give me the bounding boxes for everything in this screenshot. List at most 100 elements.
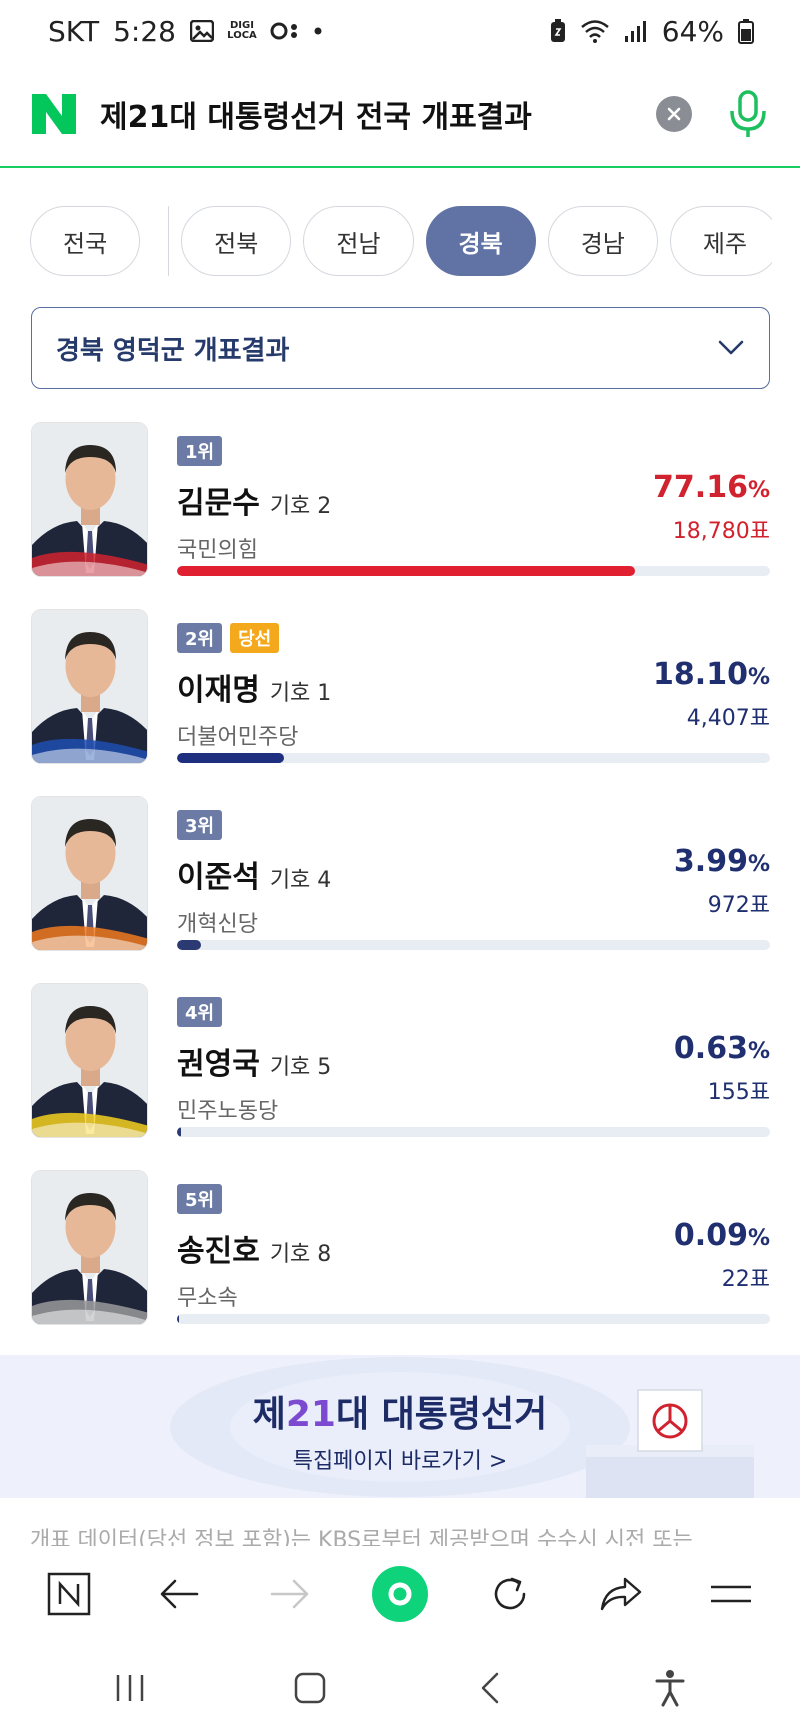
name-line: 권영국 기호 5: [177, 1039, 331, 1083]
candidate-number: 기호 2: [269, 494, 332, 519]
candidate-name: 권영국: [177, 1047, 260, 1082]
search-input[interactable]: 제21대 대통령선거 전국 개표결과: [100, 92, 656, 136]
candidate-info: 2위 당선 이재명 기호 1 더불어민주당: [177, 623, 331, 751]
dot-icon: [314, 27, 322, 35]
tab-jeonnam[interactable]: 전남: [303, 206, 414, 276]
candidate-card[interactable]: 2위 당선 이재명 기호 1 더불어민주당 18.10% 4,407표: [31, 609, 770, 766]
vote-bar-fill: [177, 566, 635, 576]
status-left: SKT 5:28 DIGI LOCA: [48, 15, 322, 48]
share-arrow-icon: [600, 1577, 641, 1610]
green-dot-icon: [371, 1565, 428, 1622]
candidate-info: 5위 송진호 기호 8 무소속: [177, 1184, 331, 1312]
refresh-button[interactable]: [480, 1564, 540, 1624]
share-button[interactable]: [591, 1564, 651, 1624]
candidate-number: 기호 8: [269, 1242, 332, 1267]
vote-bar-fill: [177, 1127, 181, 1137]
gallery-icon: [189, 20, 214, 42]
voice-search-button[interactable]: [726, 88, 770, 140]
rank-badge: 5위: [177, 1184, 223, 1214]
tab-jeonbuk[interactable]: 전북: [181, 206, 292, 276]
candidate-party: 국민의힘: [177, 538, 258, 563]
candidate-result: 0.63% 155표: [674, 1031, 770, 1106]
badges: 2위 당선: [177, 623, 331, 653]
percent-unit: %: [747, 1039, 770, 1064]
vote-count: 155표: [707, 1080, 770, 1105]
arrow-left-icon: [161, 1579, 199, 1608]
candidate-party: 더불어민주당: [177, 725, 299, 750]
naver-home-button[interactable]: [39, 1564, 99, 1624]
tab-gyeongnam[interactable]: 경남: [547, 206, 658, 276]
vote-count: 972표: [707, 893, 770, 918]
wifi-icon: [580, 19, 610, 43]
percent-value: 0.63: [673, 1031, 748, 1066]
clear-search-button[interactable]: [656, 96, 692, 132]
green-dot-button[interactable]: [370, 1564, 430, 1624]
rank-badge: 2위: [177, 623, 223, 653]
candidate-info: 3위 이준석 기호 4 개혁신당: [177, 810, 331, 938]
candidate-result: 0.09% 22표: [674, 1218, 770, 1293]
arrow-right-icon: [270, 1579, 309, 1608]
recent-apps-icon: [116, 1674, 144, 1701]
candidate-photo: [31, 796, 148, 951]
naver-logo[interactable]: [30, 92, 78, 136]
candidate-card[interactable]: 3위 이준석 기호 4 개혁신당 3.99% 972표: [31, 796, 770, 953]
candidate-card[interactable]: 5위 송진호 기호 8 무소속 0.09% 22표: [31, 1170, 770, 1327]
vote-bar: [177, 1314, 770, 1324]
percent-value: 18.10: [653, 657, 748, 692]
system-nav-bar: [0, 1641, 800, 1734]
hamburger-menu-icon: [710, 1585, 751, 1602]
record-icon: [270, 21, 300, 41]
tab-partial[interactable]: [168, 206, 170, 276]
ballot-box-icon: [586, 1389, 754, 1498]
candidate-name: 송진호: [177, 1234, 260, 1269]
percent-unit: %: [747, 852, 770, 877]
candidate-result: 3.99% 972표: [674, 844, 770, 919]
battery-percent: 64%: [661, 14, 724, 48]
vote-percent: 0.63%: [674, 1031, 770, 1066]
vote-bar-fill: [177, 1314, 180, 1324]
back-button[interactable]: [149, 1564, 209, 1624]
candidate-photo: [31, 422, 148, 577]
forward-button[interactable]: [260, 1564, 320, 1624]
candidate-photo: [31, 609, 148, 764]
naver-n-icon: [47, 1572, 91, 1615]
percent-unit: %: [747, 665, 770, 690]
vote-bar-fill: [177, 753, 285, 763]
rank-badge: 1위: [177, 436, 223, 466]
candidate-name: 이준석: [177, 860, 260, 895]
banner-title-prefix: 제: [252, 1394, 286, 1435]
rank-badge: 3위: [177, 810, 223, 840]
percent-unit: %: [747, 1226, 770, 1251]
tab-nationwide[interactable]: 전국: [30, 206, 141, 276]
candidate-party: 개혁신당: [177, 912, 258, 937]
accessibility-button[interactable]: [640, 1658, 700, 1718]
candidate-name: 김문수: [177, 486, 260, 521]
district-label: 경북 영덕군 개표결과: [56, 335, 290, 366]
recent-apps-button[interactable]: [100, 1658, 160, 1718]
banner-title-number: 21: [285, 1394, 336, 1435]
tab-jeju[interactable]: 제주: [669, 206, 772, 276]
home-button[interactable]: [280, 1658, 340, 1718]
candidate-card[interactable]: 1위 김문수 기호 2 국민의힘 77.16% 18,780표: [31, 422, 770, 579]
menu-button[interactable]: [701, 1564, 761, 1624]
percent-value: 77.16: [653, 470, 748, 505]
candidate-result: 18.10% 4,407표: [653, 657, 770, 732]
election-special-banner[interactable]: 제21대 대통령선거 특집페이지 바로가기 >: [0, 1355, 800, 1498]
tab-gyeongbuk[interactable]: 경북: [425, 206, 536, 276]
candidate-info: 4위 권영국 기호 5 민주노동당: [177, 997, 331, 1125]
candidate-card[interactable]: 4위 권영국 기호 5 민주노동당 0.63% 155표: [31, 983, 770, 1140]
vote-bar: [177, 940, 770, 950]
browser-toolbar: [0, 1546, 800, 1641]
accessibility-icon: [655, 1669, 685, 1706]
system-back-button[interactable]: [460, 1658, 520, 1718]
microphone-icon: [730, 90, 766, 137]
percent-value: 0.09: [673, 1218, 748, 1253]
vote-count: 4,407표: [686, 706, 770, 731]
digi-loca-icon: DIGI LOCA: [227, 20, 257, 41]
vote-bar: [177, 566, 770, 576]
close-icon: [667, 107, 681, 121]
vote-bar: [177, 753, 770, 763]
name-line: 이재명 기호 1: [177, 665, 331, 709]
vote-percent: 77.16%: [653, 470, 770, 505]
district-select[interactable]: 경북 영덕군 개표결과: [31, 307, 770, 389]
